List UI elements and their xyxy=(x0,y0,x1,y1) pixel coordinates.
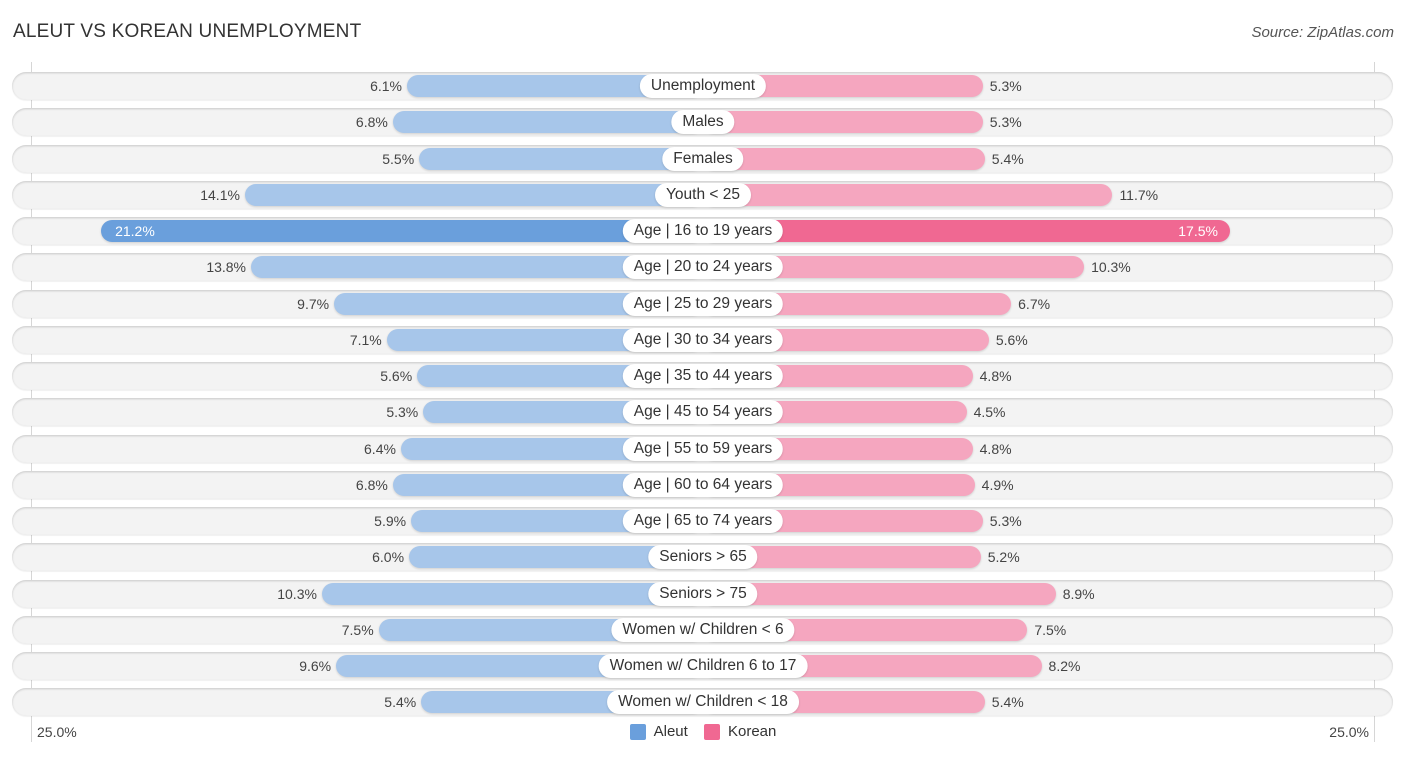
chart-row: 6.8% 4.9% Age | 60 to 64 years xyxy=(12,471,1393,499)
value-label-aleut: 9.7% xyxy=(297,296,330,312)
value-label-aleut: 14.1% xyxy=(200,187,240,203)
chart-row: 5.6% 4.8% Age | 35 to 44 years xyxy=(12,362,1393,390)
value-label-korean: 5.4% xyxy=(991,151,1024,167)
category-label: Age | 35 to 44 years xyxy=(622,364,784,388)
value-label-korean: 4.5% xyxy=(973,404,1006,420)
category-label: Age | 20 to 24 years xyxy=(622,255,784,279)
chart-row: 6.4% 4.8% Age | 55 to 59 years xyxy=(12,435,1393,463)
value-label-korean: 11.7% xyxy=(1119,187,1159,203)
value-label-korean: 8.2% xyxy=(1048,658,1081,674)
category-label: Women w/ Children < 6 xyxy=(611,618,795,642)
chart-row: 7.5% 7.5% Women w/ Children < 6 xyxy=(12,616,1393,644)
value-label-aleut: 5.3% xyxy=(386,404,419,420)
value-label-korean: 5.3% xyxy=(989,513,1022,529)
value-label-korean: 4.9% xyxy=(981,477,1014,493)
category-label: Age | 55 to 59 years xyxy=(622,437,784,461)
category-label: Seniors > 65 xyxy=(648,545,758,569)
bar-korean[interactable] xyxy=(703,148,985,170)
category-label: Age | 16 to 19 years xyxy=(622,219,784,243)
category-label: Age | 30 to 34 years xyxy=(622,328,784,352)
chart-row: 6.8% 5.3% Males xyxy=(12,108,1393,136)
category-label: Age | 65 to 74 years xyxy=(622,509,784,533)
value-label-aleut: 10.3% xyxy=(277,586,317,602)
chart-row: 5.9% 5.3% Age | 65 to 74 years xyxy=(12,507,1393,535)
chart-row: 6.1% 5.3% Unemployment xyxy=(12,72,1393,100)
category-label: Age | 45 to 54 years xyxy=(622,400,784,424)
value-label-korean: 4.8% xyxy=(979,441,1012,457)
value-label-aleut: 9.6% xyxy=(299,658,332,674)
chart-row: 21.2% 17.5% Age | 16 to 19 years xyxy=(12,217,1393,245)
legend: Aleut Korean xyxy=(0,723,1406,744)
category-label: Seniors > 75 xyxy=(648,582,758,606)
value-label-aleut: 5.5% xyxy=(382,151,415,167)
value-label-korean: 10.3% xyxy=(1091,259,1131,275)
category-label: Females xyxy=(662,147,744,171)
value-label-aleut: 7.5% xyxy=(341,622,374,638)
legend-swatch-korean xyxy=(704,723,720,740)
source-credit: Source: ZipAtlas.com xyxy=(1251,24,1394,41)
value-label-aleut: 7.1% xyxy=(349,332,382,348)
value-label-korean: 17.5% xyxy=(1178,223,1218,239)
value-label-aleut: 5.9% xyxy=(374,513,407,529)
value-label-aleut: 6.4% xyxy=(364,441,396,457)
category-label: Unemployment xyxy=(639,74,767,98)
legend-label-aleut: Aleut xyxy=(653,723,688,740)
value-label-aleut: 5.4% xyxy=(384,694,417,710)
category-label: Age | 25 to 29 years xyxy=(622,292,784,316)
legend-swatch-aleut xyxy=(629,723,646,740)
chart-row: 5.4% 5.4% Women w/ Children < 18 xyxy=(12,688,1393,716)
category-label: Age | 60 to 64 years xyxy=(622,473,784,497)
chart-row: 7.1% 5.6% Age | 30 to 34 years xyxy=(12,326,1393,354)
value-label-aleut: 6.0% xyxy=(372,549,405,565)
value-label-korean: 8.9% xyxy=(1062,586,1095,602)
chart-row: 14.1% 11.7% Youth < 25 xyxy=(12,181,1393,209)
bar-korean[interactable] xyxy=(703,111,983,133)
chart-title: ALEUT VS KOREAN UNEMPLOYMENT xyxy=(13,21,362,42)
value-label-korean: 6.7% xyxy=(1018,296,1051,312)
chart-row: 5.3% 4.5% Age | 45 to 54 years xyxy=(12,398,1393,426)
bar-aleut[interactable] xyxy=(244,184,703,206)
category-label: Youth < 25 xyxy=(655,183,751,207)
value-label-aleut: 6.8% xyxy=(355,477,388,493)
value-label-korean: 5.4% xyxy=(991,694,1024,710)
chart-row: 5.5% 5.4% Females xyxy=(12,145,1393,173)
value-label-aleut: 13.8% xyxy=(206,259,247,275)
legend-label-korean: Korean xyxy=(728,723,777,740)
bar-aleut[interactable] xyxy=(101,220,703,242)
value-label-korean: 5.6% xyxy=(995,332,1028,348)
value-label-korean: 5.2% xyxy=(987,549,1020,565)
category-label: Women w/ Children < 18 xyxy=(607,690,799,714)
chart-row: 10.3% 8.9% Seniors > 75 xyxy=(12,580,1393,608)
bar-aleut[interactable] xyxy=(321,583,703,605)
chart-row: 13.8% 10.3% Age | 20 to 24 years xyxy=(12,253,1393,281)
value-label-korean: 7.5% xyxy=(1034,622,1067,638)
bar-korean[interactable] xyxy=(703,184,1113,206)
bar-aleut[interactable] xyxy=(392,111,703,133)
legend-item-korean[interactable]: Korean xyxy=(704,723,776,740)
value-label-korean: 5.3% xyxy=(989,78,1022,94)
legend-item-aleut[interactable]: Aleut xyxy=(629,723,688,740)
chart-row: 6.0% 5.2% Seniors > 65 xyxy=(12,543,1393,571)
bar-aleut[interactable] xyxy=(419,148,703,170)
value-label-korean: 5.3% xyxy=(989,114,1022,130)
value-label-aleut: 6.8% xyxy=(355,114,388,130)
chart-row: 9.7% 6.7% Age | 25 to 29 years xyxy=(12,290,1393,318)
value-label-korean: 4.8% xyxy=(979,368,1012,384)
value-label-aleut: 5.6% xyxy=(380,368,413,384)
chart-row: 9.6% 8.2% Women w/ Children 6 to 17 xyxy=(12,652,1393,680)
value-label-aleut: 21.2% xyxy=(115,223,155,239)
category-label: Women w/ Children 6 to 17 xyxy=(598,654,808,678)
category-label: Males xyxy=(671,110,735,134)
value-label-aleut: 6.1% xyxy=(370,78,403,94)
